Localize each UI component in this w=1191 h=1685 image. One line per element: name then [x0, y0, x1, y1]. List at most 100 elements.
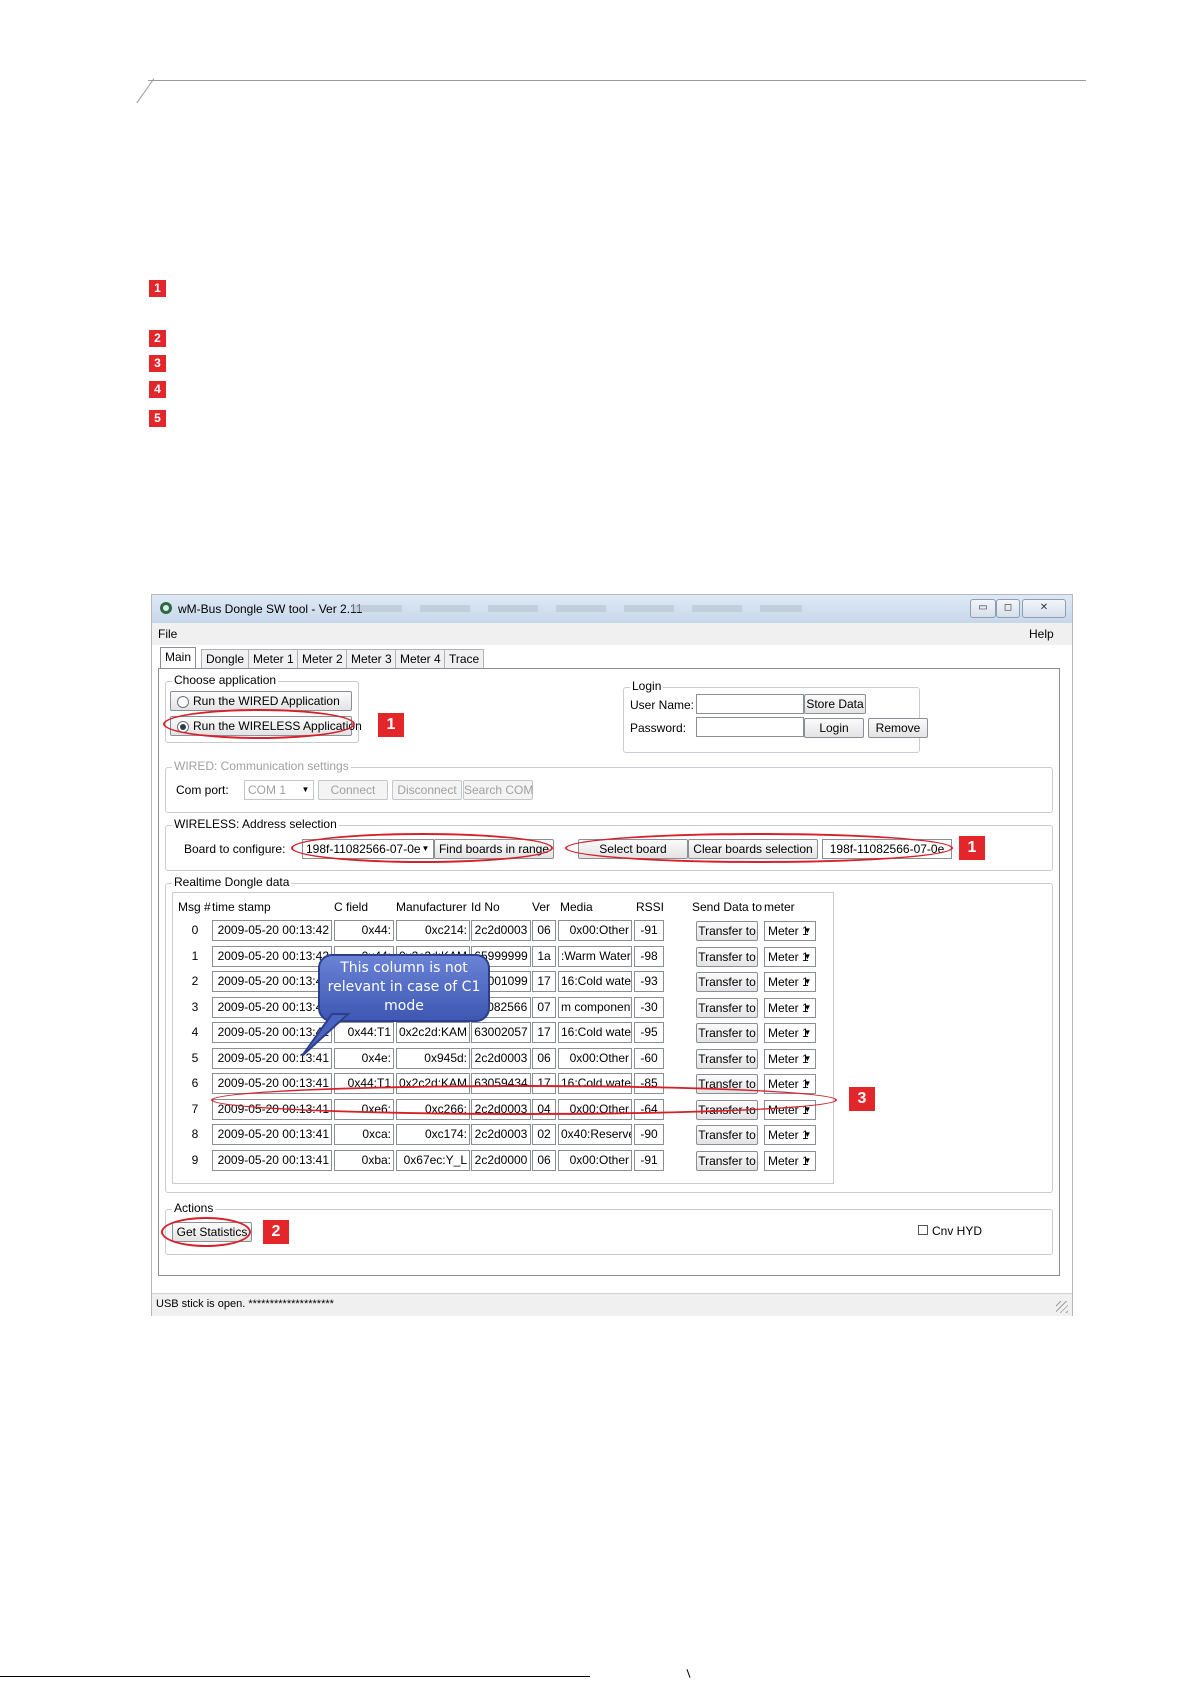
wireless-address-title: WIRELESS: Address selection [172, 817, 339, 831]
store-data-button[interactable]: Store Data [804, 694, 866, 714]
cnv-hyd-option[interactable]: Cnv HYD [918, 1224, 982, 1238]
annotation-2-stats: 2 [263, 1220, 289, 1244]
meter-select[interactable]: Meter 1 ▼ [764, 1048, 816, 1069]
table-cell-ver: 06 [532, 1047, 556, 1069]
table-cell-rssi: -90 [634, 1124, 664, 1145]
table-cell-rssi: -30 [634, 996, 664, 1018]
table-cell-media: 16:Cold water [558, 1022, 632, 1043]
msg-number: 3 [191, 999, 199, 1014]
minimize-button[interactable]: ▭ [970, 599, 996, 618]
table-cell-man: 0x67ec:Y_L [396, 1149, 470, 1171]
table-cell-media: 16:Cold water [558, 971, 632, 992]
table-cell-media: m component [558, 996, 632, 1018]
transfer-to-button[interactable]: Transfer to [696, 946, 758, 967]
meter-select[interactable]: Meter 1 ▼ [764, 1023, 816, 1043]
restore-button[interactable]: ◻ [996, 599, 1020, 618]
tab-dongle[interactable]: Dongle [201, 649, 250, 668]
table-cell-id: 2c2d0003 [471, 1047, 531, 1069]
search-com-button[interactable]: Search COM [463, 780, 533, 800]
meter-select[interactable]: Meter 1 ▼ [764, 921, 816, 941]
meter-select[interactable]: Meter 1 ▼ [764, 972, 816, 992]
table-cell-ts: 2009-05-20 00:13:42 [212, 971, 332, 992]
annotation-oval-wireless [163, 709, 355, 739]
tab-meter-1[interactable]: Meter 1 [248, 649, 299, 668]
table-cell-ver: 07 [532, 996, 556, 1018]
tab-meter-4[interactable]: Meter 4 [395, 649, 446, 668]
table-cell-man: 0x2c2d:KAM [396, 1022, 470, 1043]
title-bar: wM-Bus Dongle SW tool - Ver 2.11 ▭ ◻ ✕ [152, 595, 1072, 623]
header-rule [148, 80, 1086, 81]
remove-button[interactable]: Remove [868, 718, 928, 738]
board-to-configure-label: Board to configure: [184, 842, 286, 856]
window-title: wM-Bus Dongle SW tool - Ver 2.11 [178, 602, 363, 616]
com-port-label: Com port: [176, 783, 229, 797]
user-name-input[interactable] [696, 694, 804, 714]
password-input[interactable] [696, 717, 804, 737]
tab-meter-2[interactable]: Meter 2 [297, 649, 348, 668]
status-bar: USB stick is open. ******************** [152, 1293, 1072, 1316]
column-header: time stamp [212, 900, 271, 914]
table-cell-media: :Warm Water [558, 945, 632, 967]
transfer-to-button[interactable]: Transfer to [696, 997, 758, 1018]
table-cell-man: 0xc214: [396, 920, 470, 941]
transfer-to-button[interactable]: Transfer to [696, 1150, 758, 1171]
table-cell-man: 0x945d: [396, 1047, 470, 1069]
user-name-label: User Name: [630, 698, 695, 712]
meter-select[interactable]: Meter 1 ▼ [764, 1150, 816, 1171]
meter-select[interactable]: Meter 1 ▼ [764, 997, 816, 1018]
wired-radio[interactable] [177, 696, 189, 708]
table-cell-rssi: -95 [634, 1022, 664, 1043]
column-header: Manufacturer [396, 900, 467, 914]
table-cell-ts: 2009-05-20 00:13:42 [212, 945, 332, 967]
annotation-oval-stats [161, 1217, 251, 1247]
tab-main[interactable]: Main [160, 647, 197, 669]
transfer-to-button[interactable]: Transfer to [696, 1125, 758, 1145]
column-header: meter [764, 900, 795, 914]
transfer-to-button[interactable]: Transfer to [696, 972, 758, 992]
table-cell-man: 0xc174: [396, 1124, 470, 1145]
menu-bar: File Help [152, 623, 1072, 645]
close-button[interactable]: ✕ [1022, 599, 1066, 618]
disconnect-button[interactable]: Disconnect [392, 780, 462, 800]
login-button[interactable]: Login [804, 718, 864, 738]
chevron-down-icon: ▼ [803, 977, 812, 986]
main-tab-panel: Choose application Run the WIRED Applica… [158, 668, 1060, 1276]
column-header: Ver [532, 900, 551, 914]
wired-app-option[interactable]: Run the WIRED Application [170, 691, 352, 711]
tab-trace[interactable]: Trace [444, 649, 485, 668]
table-cell-rssi: -91 [634, 1149, 664, 1171]
choose-application-title: Choose application [172, 673, 279, 687]
msg-number: 8 [191, 1127, 199, 1141]
msg-number: 6 [191, 1076, 199, 1090]
chevron-down-icon: ▼ [803, 1053, 812, 1063]
msg-number: 0 [191, 923, 199, 937]
marker-4: 4 [149, 381, 166, 398]
table-cell-ver: 02 [532, 1124, 556, 1145]
connect-button[interactable]: Connect [318, 780, 388, 800]
meter-select[interactable]: Meter 1 ▼ [764, 946, 816, 967]
table-cell-ver: 06 [532, 1149, 556, 1171]
transfer-to-button[interactable]: Transfer to [696, 1048, 758, 1069]
callout-pointer [301, 1013, 351, 1057]
actions-title: Actions [172, 1201, 216, 1215]
resize-grip[interactable] [1056, 1301, 1068, 1313]
transfer-to-button[interactable]: Transfer to [696, 1023, 758, 1043]
table-cell-id: 63002057 [471, 1022, 531, 1043]
chevron-down-icon: ▼ [803, 951, 812, 961]
footer-tick [686, 1669, 691, 1678]
menu-help[interactable]: Help [1029, 627, 1054, 641]
table-cell-media: 0x00:Other [558, 1047, 632, 1069]
wired-app-label: Run the WIRED Application [193, 694, 340, 708]
annotation-1-app: 1 [378, 713, 404, 737]
meter-select[interactable]: Meter 1 ▼ [764, 1125, 816, 1145]
tab-meter-3[interactable]: Meter 3 [346, 649, 397, 668]
marker-1: 1 [149, 280, 166, 297]
chevron-down-icon: ▼ [803, 1079, 812, 1088]
menu-file[interactable]: File [158, 627, 177, 641]
blurred-taskbar-text [352, 605, 802, 612]
transfer-to-button[interactable]: Transfer to [696, 921, 758, 941]
checkbox-icon[interactable] [918, 1225, 928, 1235]
marker-2: 2 [149, 330, 166, 347]
com-port-select[interactable]: COM 1 ▼ [244, 780, 314, 800]
com-port-value: COM 1 [248, 783, 287, 797]
